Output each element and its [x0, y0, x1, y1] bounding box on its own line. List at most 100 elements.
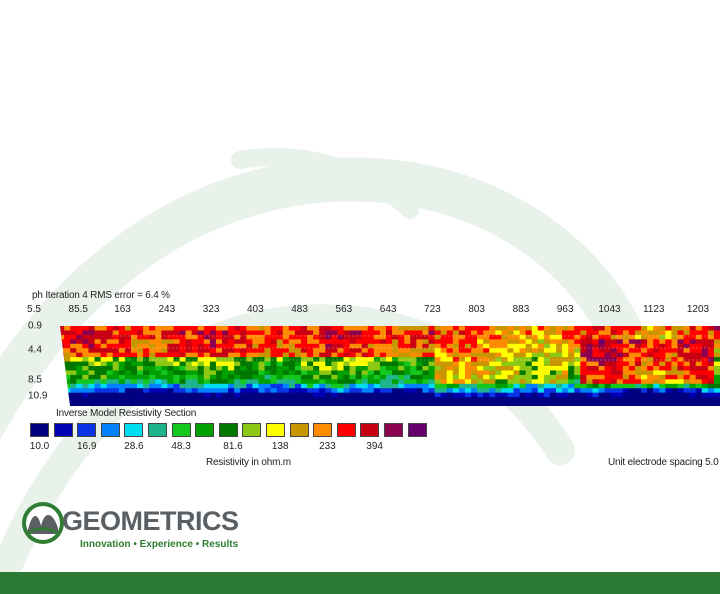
heatmap-cell	[252, 374, 260, 380]
heatmap-cell	[307, 339, 314, 345]
heatmap-cell	[495, 361, 502, 367]
heatmap-cell	[398, 352, 405, 358]
heatmap-cell	[294, 370, 302, 376]
heatmap-cell	[471, 379, 478, 385]
heatmap-cell	[628, 334, 636, 340]
x-tick-label: 323	[202, 304, 220, 315]
heatmap-cell	[386, 392, 393, 398]
heatmap-cell	[689, 397, 697, 403]
heatmap-cell	[76, 348, 83, 354]
heatmap-cell	[568, 361, 575, 367]
heatmap-cell	[167, 334, 175, 340]
heatmap-cell	[258, 374, 266, 380]
heatmap-cell	[665, 401, 673, 406]
heatmap-cell	[161, 379, 168, 385]
heatmap-cell	[562, 392, 569, 398]
heatmap-cell	[665, 366, 673, 372]
heatmap-cell	[689, 366, 697, 372]
heatmap-cell	[701, 326, 709, 332]
heatmap-cell	[604, 348, 612, 354]
heatmap-cell	[137, 352, 144, 358]
heatmap-cell	[234, 326, 241, 332]
heatmap-cell	[361, 326, 369, 332]
heatmap-cell	[149, 397, 156, 403]
heatmap-cell	[495, 348, 502, 354]
heatmap-cell	[434, 352, 442, 358]
heatmap-cell	[556, 383, 563, 389]
heatmap-cell	[64, 374, 71, 380]
heatmap-cell	[282, 374, 290, 380]
heatmap-cell	[556, 361, 563, 367]
heatmap-cell	[416, 388, 424, 394]
heatmap-cell	[288, 392, 296, 398]
heatmap-cell	[228, 361, 235, 367]
heatmap-cell	[525, 348, 533, 354]
heatmap-cell	[519, 374, 527, 380]
heatmap-cell	[331, 370, 339, 376]
heatmap-cell	[428, 379, 436, 385]
heatmap-cell	[525, 388, 533, 394]
heatmap-cell	[701, 334, 709, 340]
heatmap-cell	[191, 330, 199, 336]
heatmap-cell	[379, 330, 387, 336]
heatmap-cell	[477, 352, 484, 358]
heatmap-cell	[665, 392, 673, 398]
heatmap-cell	[82, 330, 90, 336]
heatmap-cell	[349, 339, 357, 345]
heatmap-cell	[671, 388, 679, 394]
heatmap-cell	[70, 388, 77, 394]
heatmap-cell	[683, 374, 691, 380]
heatmap-cell	[82, 366, 90, 372]
heatmap-cell	[307, 388, 314, 394]
heatmap-cell	[161, 397, 168, 403]
heatmap-cell	[604, 334, 612, 340]
heatmap-cell	[246, 361, 253, 367]
heatmap-cell	[513, 326, 521, 332]
heatmap-cell	[228, 374, 235, 380]
heatmap-cell	[549, 326, 557, 332]
heatmap-cell	[143, 366, 150, 372]
heatmap-cell	[222, 339, 229, 345]
heatmap-cell	[386, 361, 393, 367]
heatmap-cell	[349, 330, 357, 336]
heatmap-cell	[628, 361, 636, 367]
heatmap-cell	[507, 361, 515, 367]
heatmap-cell	[52, 384, 59, 389]
heatmap-cell	[586, 361, 594, 367]
heatmap-cell	[185, 330, 193, 336]
heatmap-cell	[653, 379, 660, 385]
heatmap-cell	[228, 330, 235, 336]
heatmap-cell	[106, 357, 114, 363]
heatmap-cell	[452, 348, 460, 354]
heatmap-cell	[410, 330, 417, 336]
heatmap-cell	[683, 357, 691, 363]
heatmap-cell	[519, 339, 527, 345]
heatmap-cell	[155, 326, 162, 332]
heatmap-cell	[234, 357, 241, 363]
heatmap-cell	[331, 348, 339, 354]
heatmap-cell	[88, 379, 96, 385]
heatmap-cell	[701, 392, 709, 398]
heatmap-cell	[258, 379, 266, 385]
heatmap-cell	[513, 397, 521, 403]
heatmap-cell	[246, 370, 253, 376]
heatmap-cell	[695, 326, 703, 332]
heatmap-cell	[337, 392, 345, 398]
heatmap-cell	[100, 334, 108, 340]
heatmap-cell	[155, 383, 162, 389]
heatmap-cell	[106, 392, 114, 398]
heatmap-cell	[203, 357, 211, 363]
heatmap-cell	[240, 383, 247, 389]
heatmap-cell	[677, 334, 685, 340]
heatmap-cell	[707, 357, 715, 363]
heatmap-cell	[707, 330, 715, 336]
heatmap-cell	[464, 370, 472, 376]
heatmap-cell	[337, 348, 345, 354]
heatmap-cell	[653, 401, 660, 406]
heatmap-cell	[392, 370, 399, 376]
heatmap-cell	[70, 357, 77, 363]
heatmap-cell	[665, 388, 673, 394]
heatmap-cell	[209, 366, 217, 372]
heatmap-cell	[410, 326, 417, 332]
heatmap-cell	[137, 379, 144, 385]
